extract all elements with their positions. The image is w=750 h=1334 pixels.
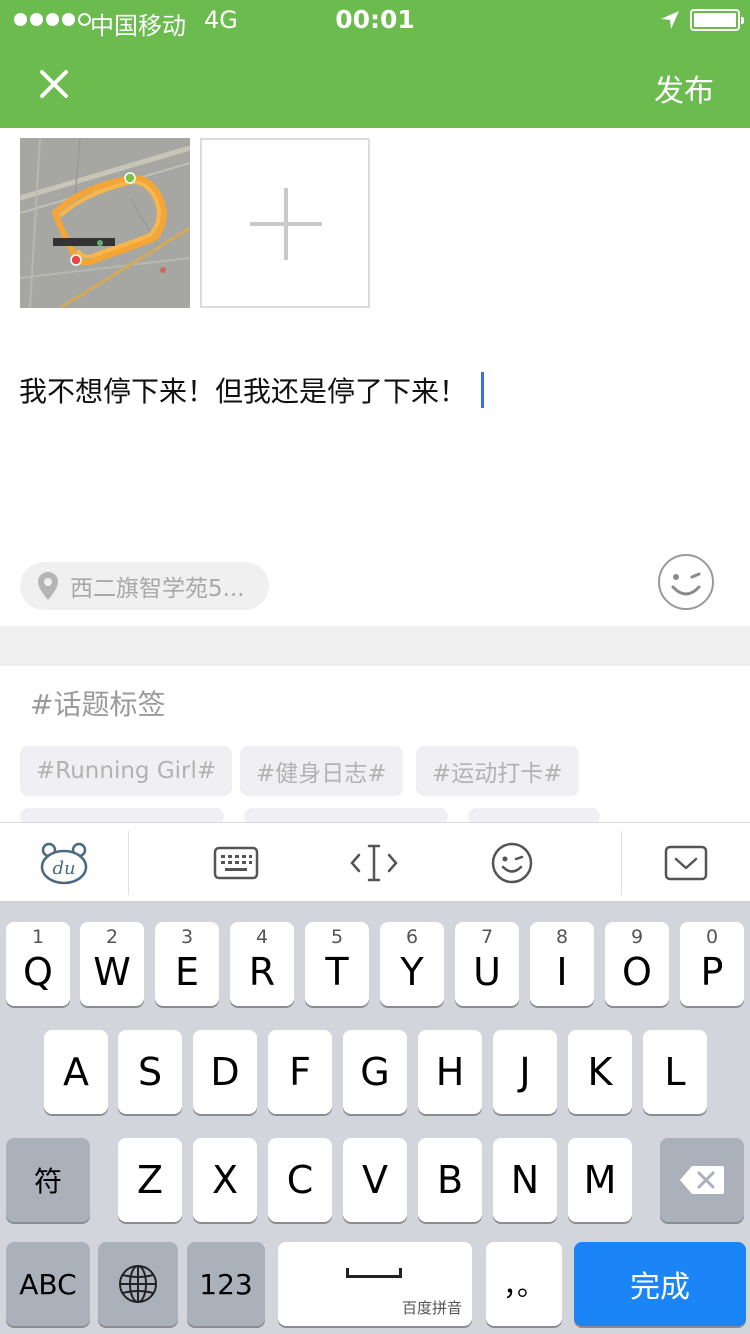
- number-key[interactable]: 123: [187, 1242, 265, 1326]
- key-letter: P: [700, 950, 724, 994]
- key-i[interactable]: 8I: [530, 922, 594, 1006]
- key-number: 0: [705, 926, 719, 948]
- key-number: 9: [630, 926, 644, 948]
- key-number: 2: [105, 926, 119, 948]
- add-photo-button[interactable]: [200, 138, 370, 308]
- key-h[interactable]: H: [418, 1030, 482, 1114]
- key-u[interactable]: 7U: [455, 922, 519, 1006]
- baidu-du-icon[interactable]: du: [36, 839, 92, 887]
- key-o[interactable]: 9O: [605, 922, 669, 1006]
- hide-keyboard-icon[interactable]: [658, 839, 714, 887]
- key-t[interactable]: 5T: [305, 922, 369, 1006]
- keyboard-icon[interactable]: [208, 839, 264, 887]
- post-text-content: 我不想停下来！但我还是停了下来！: [19, 375, 468, 408]
- backspace-icon: [680, 1166, 724, 1194]
- key-letter: I: [556, 950, 568, 994]
- section-divider: [0, 626, 750, 666]
- key-w[interactable]: 2W: [80, 922, 144, 1006]
- key-v[interactable]: V: [343, 1138, 407, 1222]
- key-q[interactable]: 1Q: [6, 922, 70, 1006]
- toolbar-divider: [621, 831, 622, 895]
- keyboard-toolbar: du: [0, 822, 750, 902]
- publish-button[interactable]: 发布: [654, 66, 714, 110]
- tag-workout-checkin[interactable]: #运动打卡#: [416, 746, 579, 796]
- tag-running-girl[interactable]: #Running Girl#: [20, 746, 233, 796]
- key-number: 1: [31, 926, 45, 948]
- topic-tags-title: #话题标签: [30, 688, 166, 721]
- cursor-move-icon[interactable]: [346, 839, 402, 887]
- toolbar-divider: [128, 831, 129, 895]
- key-letter: R: [248, 950, 276, 994]
- key-n[interactable]: N: [493, 1138, 557, 1222]
- close-icon[interactable]: [32, 62, 76, 106]
- key-number: 8: [555, 926, 569, 948]
- key-s[interactable]: S: [118, 1030, 182, 1114]
- text-cursor: [481, 372, 485, 408]
- symbol-key[interactable]: 符: [6, 1138, 90, 1222]
- keyboard: 1Q 2W 3E 4R 5T 6Y 7U 8I 9O 0P A S D F G …: [0, 902, 750, 1334]
- key-number: 7: [480, 926, 494, 948]
- emoji-icon[interactable]: [484, 839, 540, 887]
- plus-icon-vertical: [284, 188, 288, 260]
- key-number: 3: [180, 926, 194, 948]
- key-c[interactable]: C: [268, 1138, 332, 1222]
- key-j[interactable]: J: [493, 1030, 557, 1114]
- key-k[interactable]: K: [568, 1030, 632, 1114]
- key-letter: T: [325, 950, 349, 994]
- key-f[interactable]: F: [268, 1030, 332, 1114]
- key-b[interactable]: B: [418, 1138, 482, 1222]
- status-time: 00:01: [335, 5, 415, 34]
- location-text: 西二旗智学苑5...: [70, 576, 245, 602]
- key-d[interactable]: D: [193, 1030, 257, 1114]
- key-e[interactable]: 3E: [155, 922, 219, 1006]
- key-letter: Q: [23, 950, 53, 994]
- status-bar: 中国移动 4G 00:01: [0, 0, 750, 40]
- globe-key[interactable]: [98, 1242, 178, 1326]
- key-x[interactable]: X: [193, 1138, 257, 1222]
- punctuation-key[interactable]: ，。: [486, 1242, 562, 1326]
- map-image: [20, 138, 190, 308]
- route-map-thumbnail[interactable]: [20, 138, 190, 308]
- key-number: 6: [405, 926, 419, 948]
- svg-text:du: du: [52, 858, 75, 879]
- globe-icon: [119, 1265, 157, 1303]
- space-icon: [346, 1268, 402, 1278]
- key-letter: O: [622, 950, 652, 994]
- key-y[interactable]: 6Y: [380, 922, 444, 1006]
- key-z[interactable]: Z: [118, 1138, 182, 1222]
- key-letter: U: [473, 950, 501, 994]
- key-g[interactable]: G: [343, 1030, 407, 1114]
- key-p[interactable]: 0P: [680, 922, 744, 1006]
- key-a[interactable]: A: [44, 1030, 108, 1114]
- key-letter: W: [93, 950, 131, 994]
- key-r[interactable]: 4R: [230, 922, 294, 1006]
- post-text-input[interactable]: 我不想停下来！但我还是停了下来！: [19, 370, 485, 410]
- space-key[interactable]: 百度拼音: [278, 1242, 472, 1326]
- done-key[interactable]: 完成: [574, 1242, 746, 1326]
- key-m[interactable]: M: [568, 1138, 632, 1222]
- battery-icon: [690, 9, 744, 31]
- emoji-icon[interactable]: [657, 553, 715, 611]
- key-letter: E: [174, 950, 199, 994]
- key-number: 4: [255, 926, 269, 948]
- key-letter: Y: [400, 950, 424, 994]
- location-chip[interactable]: 西二旗智学苑5...: [20, 562, 269, 610]
- location-arrow-icon: [661, 11, 679, 29]
- abc-key[interactable]: ABC: [6, 1242, 90, 1326]
- space-sublabel: 百度拼音: [401, 1299, 462, 1317]
- tag-fitness-log[interactable]: #健身日志#: [240, 746, 403, 796]
- key-l[interactable]: L: [643, 1030, 707, 1114]
- app-header: 中国移动 4G 00:01 发布: [0, 0, 750, 128]
- location-pin-icon: [38, 572, 58, 600]
- key-number: 5: [330, 926, 344, 948]
- backspace-key[interactable]: [660, 1138, 744, 1222]
